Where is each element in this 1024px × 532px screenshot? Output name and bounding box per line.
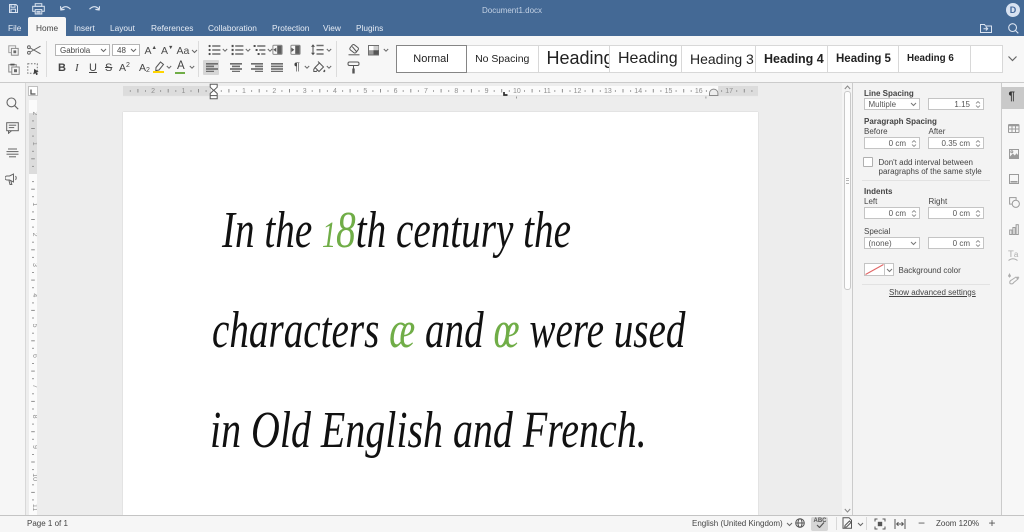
svg-text:9: 9 — [31, 444, 38, 448]
svg-text:6: 6 — [393, 88, 397, 95]
svg-text:1: 1 — [31, 141, 38, 145]
svg-text:4: 4 — [333, 88, 337, 95]
svg-text:5: 5 — [31, 323, 38, 327]
svg-text:8: 8 — [31, 414, 38, 418]
svg-text:13: 13 — [604, 88, 612, 95]
svg-text:1: 1 — [242, 88, 246, 95]
svg-text:2: 2 — [31, 232, 38, 236]
svg-text:2: 2 — [151, 88, 155, 95]
svg-text:4: 4 — [31, 293, 38, 297]
svg-text:5: 5 — [363, 88, 367, 95]
svg-text:1: 1 — [181, 88, 185, 95]
svg-text:10: 10 — [513, 88, 521, 95]
svg-text:11: 11 — [31, 503, 38, 510]
svg-text:12: 12 — [573, 88, 581, 95]
svg-text:16: 16 — [694, 88, 702, 95]
svg-text:15: 15 — [664, 88, 672, 95]
svg-text:9: 9 — [484, 88, 488, 95]
svg-text:7: 7 — [31, 384, 38, 388]
svg-text:10: 10 — [31, 473, 38, 481]
svg-text:2: 2 — [31, 111, 38, 115]
svg-text:11: 11 — [543, 88, 550, 95]
svg-text:2: 2 — [272, 88, 276, 95]
svg-text:6: 6 — [31, 353, 38, 357]
svg-text:3: 3 — [31, 263, 38, 267]
svg-text:8: 8 — [454, 88, 458, 95]
svg-text:3: 3 — [302, 88, 306, 95]
svg-text:1: 1 — [31, 202, 38, 206]
svg-text:7: 7 — [423, 88, 427, 95]
svg-text:14: 14 — [634, 88, 642, 95]
svg-text:17: 17 — [725, 88, 733, 95]
